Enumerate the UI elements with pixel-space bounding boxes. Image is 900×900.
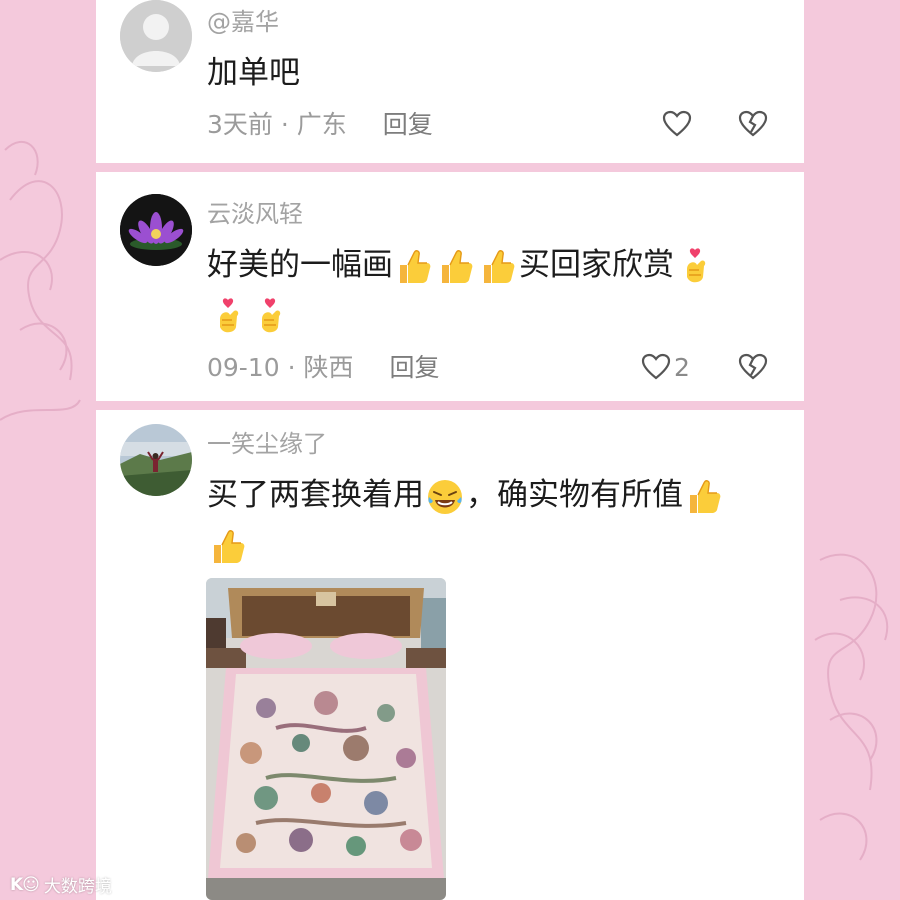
heart-outline-icon	[641, 353, 671, 380]
broken-heart-icon[interactable]	[737, 108, 769, 140]
finger-heart-emoji	[687, 247, 706, 282]
watermark: K☺ 大数跨境	[10, 872, 112, 898]
comment-text: 好美的一幅画 买回家欣赏	[207, 240, 777, 340]
comment-text-part-b: ，确实物有所值	[466, 477, 683, 513]
comment-text-tail: 买回家欣赏	[519, 247, 674, 283]
broken-heart-icon[interactable]	[737, 351, 769, 383]
finger-heart-emoji	[262, 297, 281, 332]
laughing-crying-emoji	[428, 479, 462, 514]
bed-quilt-photo	[206, 578, 446, 900]
comment-card: 云淡风轻 好美的一幅画 买回家欣赏 09-10 · 陕西 回复 2	[96, 172, 804, 401]
comment-time: 3天前	[207, 110, 273, 139]
comment-time: 09-10	[207, 353, 280, 382]
meta-separator: ·	[280, 110, 289, 139]
avatar[interactable]	[120, 0, 192, 72]
finger-heart-emoji	[220, 297, 239, 332]
like-count: 2	[674, 352, 690, 382]
like-button[interactable]: 2	[640, 351, 690, 383]
comment-text: 买了两套换着用 ，确实物有所值	[207, 470, 777, 570]
comment-location: 陕西	[303, 353, 354, 382]
comment-meta: 09-10 · 陕西 回复	[207, 353, 440, 383]
watermark-logo: K☺	[10, 874, 40, 895]
heart-outline-icon	[662, 110, 692, 137]
thumbs-up-emoji	[484, 249, 515, 283]
comment-text-part-a: 买了两套换着用	[207, 477, 424, 513]
thumbs-up-emoji	[442, 249, 473, 283]
watermark-text: 大数跨境	[43, 877, 112, 897]
reply-button[interactable]: 回复	[389, 353, 439, 382]
thumbs-up-emoji	[214, 529, 245, 563]
comment-username[interactable]: 一笑尘缘了	[207, 430, 327, 458]
reply-button[interactable]: 回复	[383, 110, 433, 139]
comment-username[interactable]: @嘉华	[207, 8, 279, 36]
comment-location: 广东	[296, 110, 347, 139]
avatar[interactable]	[120, 194, 192, 266]
thumbs-up-emoji	[690, 479, 721, 513]
landscape-avatar-image	[120, 424, 192, 496]
comment-username[interactable]: 云淡风轻	[207, 200, 303, 228]
comment-card: 一笑尘缘了 买了两套换着用 ，确实物有所值	[96, 410, 804, 900]
thumbs-up-emoji	[400, 249, 431, 283]
comment-text: 加单吧	[207, 55, 300, 91]
avatar[interactable]	[120, 424, 192, 496]
like-button[interactable]	[661, 108, 693, 140]
comment-photo[interactable]	[206, 578, 446, 900]
meta-separator: ·	[287, 353, 296, 382]
comment-text-main: 好美的一幅画	[207, 247, 393, 283]
default-avatar-icon	[120, 0, 192, 72]
lotus-avatar-image	[120, 194, 192, 266]
comment-meta: 3天前 · 广东 回复	[207, 110, 433, 140]
comment-card: @嘉华 加单吧 3天前 · 广东 回复	[96, 0, 804, 163]
